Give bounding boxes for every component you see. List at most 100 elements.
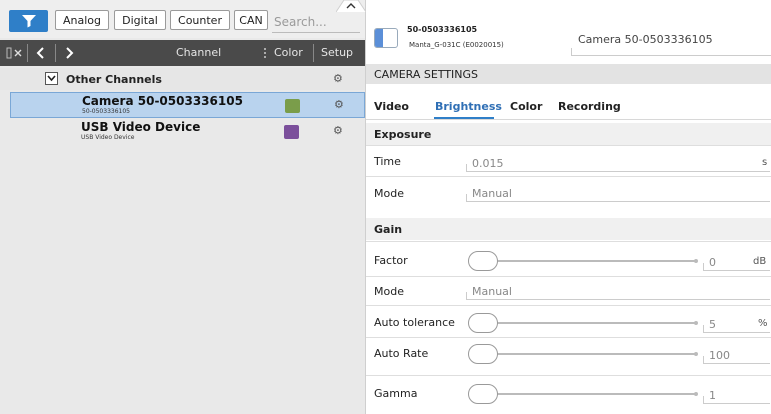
- header-divider: [313, 44, 314, 62]
- filter-analog-button[interactable]: Analog: [55, 10, 109, 30]
- tab-recording[interactable]: Recording: [558, 100, 621, 113]
- auto-rate-input[interactable]: 100: [709, 349, 730, 362]
- slider-end: [694, 321, 698, 325]
- field-underline: [703, 356, 704, 364]
- slider-end: [694, 352, 698, 356]
- gamma-slider-track[interactable]: [476, 393, 696, 395]
- slider-end: [694, 259, 698, 263]
- row-divider: [366, 337, 771, 338]
- panel-collapse-tab[interactable]: [335, 0, 367, 13]
- field-underline: [466, 171, 770, 172]
- group-label: Other Channels: [66, 73, 162, 86]
- auto-rate-slider-knob[interactable]: [468, 344, 498, 364]
- exposure-mode-select[interactable]: Manual: [472, 187, 512, 200]
- gamma-slider-knob[interactable]: [468, 384, 498, 404]
- channel-column-header[interactable]: Channel: [176, 46, 221, 59]
- chevron-right-icon[interactable]: [62, 44, 76, 62]
- camera-name-field[interactable]: Camera 50-0503336105: [578, 33, 713, 46]
- header-divider: [55, 44, 56, 62]
- row-divider: [366, 375, 771, 376]
- filter-can-button[interactable]: CAN: [234, 10, 268, 30]
- field-underline: [703, 403, 770, 404]
- active-tab-indicator: [434, 117, 494, 119]
- auto-tolerance-label: Auto tolerance: [374, 316, 455, 329]
- channel-color-swatch[interactable]: [285, 99, 300, 113]
- exposure-time-label: Time: [374, 155, 401, 168]
- camera-model: Manta_G-031C (E0020015): [409, 41, 504, 49]
- field-underline: [703, 325, 704, 333]
- channel-color-swatch[interactable]: [284, 125, 299, 139]
- header-divider: [27, 44, 28, 62]
- channel-subtitle: 50-0503336105: [82, 108, 130, 115]
- channel-name: USB Video Device: [81, 120, 201, 134]
- gain-factor-slider-track[interactable]: [476, 260, 696, 262]
- field-underline: [703, 363, 770, 364]
- tab-color[interactable]: Color: [510, 100, 542, 113]
- gear-icon[interactable]: ⚙: [333, 124, 343, 137]
- channel-row-camera[interactable]: Camera 50-0503336105 50-0503336105 ⚙: [10, 92, 365, 118]
- chevron-left-icon[interactable]: [34, 44, 48, 62]
- field-underline: [466, 299, 770, 300]
- camera-id: 50-0503336105: [407, 25, 478, 34]
- setup-column-header[interactable]: Setup: [321, 46, 353, 59]
- gain-factor-label: Factor: [374, 254, 408, 267]
- row-divider: [366, 305, 771, 306]
- exposure-title: Exposure: [374, 128, 432, 141]
- auto-rate-slider-track[interactable]: [476, 353, 696, 355]
- filter-bar: Analog Digital Counter CAN: [0, 0, 365, 38]
- gain-title: Gain: [374, 223, 403, 236]
- field-underline: [703, 332, 770, 333]
- remove-icon[interactable]: [6, 44, 24, 62]
- field-underline: [571, 48, 572, 56]
- gear-icon[interactable]: ⚙: [333, 72, 343, 85]
- auto-tolerance-slider-knob[interactable]: [468, 313, 498, 333]
- gain-mode-select[interactable]: Manual: [472, 285, 512, 298]
- tab-brightness[interactable]: Brightness: [435, 100, 502, 113]
- section-title: CAMERA SETTINGS: [374, 68, 479, 81]
- field-underline: [466, 292, 467, 300]
- field-underline: [703, 263, 704, 271]
- field-underline: [466, 194, 467, 202]
- camera-enable-toggle[interactable]: [374, 28, 398, 48]
- filter-button[interactable]: [9, 10, 48, 32]
- auto-rate-label: Auto Rate: [374, 347, 429, 360]
- filter-digital-button[interactable]: Digital: [114, 10, 166, 30]
- field-underline: [571, 55, 771, 56]
- gamma-input[interactable]: 1: [709, 389, 716, 402]
- channel-search-input[interactable]: [272, 12, 360, 33]
- exposure-time-input[interactable]: 0.015: [472, 157, 504, 170]
- row-divider: [366, 176, 771, 177]
- channel-subtitle: USB Video Device: [81, 134, 135, 141]
- color-column-header[interactable]: Color: [274, 46, 303, 59]
- channel-table-header: Channel Color Setup: [0, 40, 365, 66]
- exposure-time-unit: s: [762, 157, 768, 168]
- slider-end: [694, 392, 698, 396]
- field-underline: [466, 164, 467, 172]
- row-divider: [366, 276, 771, 277]
- channel-name: Camera 50-0503336105: [82, 94, 243, 108]
- field-underline: [703, 270, 770, 271]
- camera-settings-panel: 50-0503336105 Manta_G-031C (E0020015) Ca…: [335, 0, 771, 414]
- gain-factor-input[interactable]: 0: [709, 256, 716, 269]
- field-underline: [466, 201, 770, 202]
- auto-tolerance-slider-track[interactable]: [476, 322, 696, 324]
- gain-mode-label: Mode: [374, 285, 404, 298]
- gamma-label: Gamma: [374, 387, 418, 400]
- chevron-down-icon: [47, 75, 56, 82]
- funnel-icon: [21, 15, 36, 28]
- filter-counter-button[interactable]: Counter: [170, 10, 230, 30]
- channel-row-usb-video[interactable]: USB Video Device USB Video Device ⚙: [10, 119, 365, 145]
- gain-header: Gain: [366, 218, 771, 240]
- auto-tolerance-input[interactable]: 5: [709, 318, 716, 331]
- auto-tolerance-unit: %: [758, 318, 768, 329]
- gear-icon[interactable]: ⚙: [334, 98, 344, 111]
- row-divider: [366, 145, 771, 146]
- channel-panel: Analog Digital Counter CAN Channel Color: [0, 0, 365, 414]
- column-resize-icon[interactable]: [262, 44, 268, 62]
- tab-video[interactable]: Video: [374, 100, 409, 113]
- field-underline: [703, 396, 704, 404]
- gain-factor-slider-knob[interactable]: [468, 251, 498, 271]
- gain-factor-unit: dB: [753, 256, 767, 267]
- row-divider: [366, 241, 771, 242]
- group-expand-checkbox[interactable]: [45, 72, 58, 85]
